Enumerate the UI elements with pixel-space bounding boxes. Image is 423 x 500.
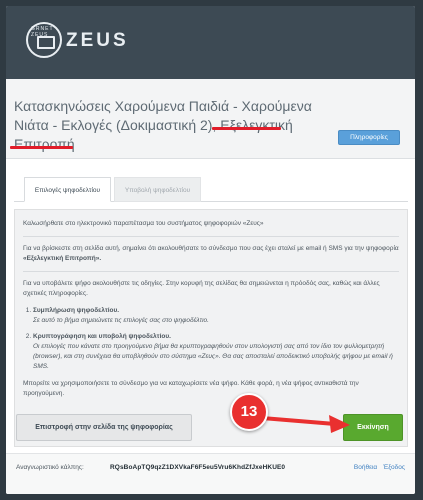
step-2-description: Οι επιλογές που κάνατε στο προηγούμενο β… xyxy=(33,343,393,370)
help-link[interactable]: Βοήθεια xyxy=(354,464,377,471)
start-button[interactable]: Εκκίνηση xyxy=(343,414,403,441)
divider xyxy=(23,236,399,237)
intro-text-election: «Εξελεγκτική Επιτροπή». xyxy=(23,255,102,262)
tab-ballot-submit[interactable]: Υποβολή ψηφοδελτίου xyxy=(114,177,201,202)
election-title-highlight-1: Εξελεγκτική xyxy=(220,117,293,133)
instructions-text: Για να υποβάλετε ψήφο ακολουθήστε τις οδ… xyxy=(23,280,380,297)
footer: Αναγνωριστικό κάλπης: RQsBoApTQ9qzZ1DXVk… xyxy=(6,453,415,494)
instructions-panel: Καλωσήρθατε στο ηλεκτρονικό παραπέτασμα … xyxy=(14,209,408,447)
ballot-box-id-label: Αναγνωριστικό κάλπης: xyxy=(16,464,84,471)
step-1-description: Σε αυτό το βήμα σημειώνετε τις επιλογές … xyxy=(33,317,209,324)
tab-ballot-choices[interactable]: Επιλογές ψηφοδελτίου xyxy=(24,177,111,202)
step-item-1: Συμπλήρωση ψηφοδελτίου. Σε αυτό το βήμα … xyxy=(33,306,399,326)
divider xyxy=(23,271,399,272)
step-2-title: Κρυπτογράφηση και υποβολή ψηφοδελτίου. xyxy=(33,333,171,340)
logout-link[interactable]: Έξοδος xyxy=(383,464,405,471)
ballot-box-id: RQsBoApTQ9qzZ1DXVkaF6F5eu5Vru6KhdZfJxeHK… xyxy=(110,464,286,471)
annotation-underline-2 xyxy=(10,146,73,149)
zeus-logo-icon: GRNET ZEUS xyxy=(26,22,62,58)
annotation-step-badge: 13 xyxy=(230,393,268,431)
step-1-title: Συμπλήρωση ψηφοδελτίου. xyxy=(33,307,120,314)
intro-text: Για να βρίσκεστε στη σελίδα αυτή, σημαίν… xyxy=(23,244,399,264)
welcome-text: Καλωσήρθατε στο ηλεκτρονικό παραπέτασμα … xyxy=(23,220,264,227)
intro-text-main: Για να βρίσκεστε στη σελίδα αυτή, σημαίν… xyxy=(23,245,399,252)
logo-ring-text: GRNET ZEUS xyxy=(31,26,54,38)
footer-links: Βοήθεια Έξοδος xyxy=(348,464,405,471)
step-item-2: Κρυπτογράφηση και υποβολή ψηφοδελτίου. Ο… xyxy=(33,332,399,372)
zeus-logo-text: ZEUS xyxy=(66,30,129,51)
back-to-election-button[interactable]: Επιστροφή στην σελίδα της ψηφοφορίας xyxy=(16,414,192,441)
annotation-underline-1 xyxy=(212,127,281,130)
voting-booth-window: GRNET ZEUS ZEUS Κατασκηνώσεις Χαρούμενα … xyxy=(6,6,415,494)
election-title-highlight-2: Επιτροπή xyxy=(14,136,75,152)
steps-list: Συμπλήρωση ψηφοδελτίου. Σε αυτό το βήμα … xyxy=(23,306,399,372)
reuse-link-text: Μπορείτε να χρησιμοποιήσετε το σύνδεσμο … xyxy=(23,380,359,397)
top-bar: GRNET ZEUS ZEUS xyxy=(6,6,415,79)
step-tabs: Επιλογές ψηφοδελτίου Υποβολή ψηφοδελτίου xyxy=(14,177,408,202)
info-button[interactable]: Πληροφορίες xyxy=(338,130,400,145)
